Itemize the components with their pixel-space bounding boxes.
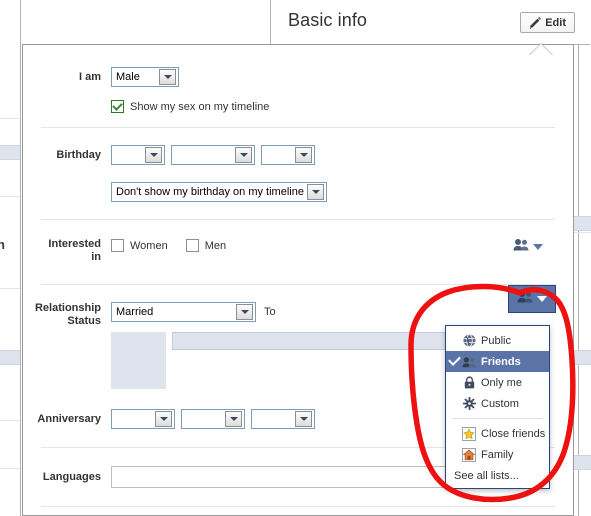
show-sex-label: Show my sex on my timeline xyxy=(130,100,270,113)
globe-icon xyxy=(462,334,476,348)
partner-name-input[interactable] xyxy=(172,332,472,350)
interested-women-label: Women xyxy=(130,239,168,252)
menu-separator xyxy=(452,418,543,419)
birthday-label: Birthday xyxy=(56,149,101,161)
menu-item-public[interactable]: Public xyxy=(446,330,549,351)
background-bar-right-1 xyxy=(574,216,591,231)
interested-in-privacy-button[interactable] xyxy=(509,236,547,258)
gender-select[interactable]: Male xyxy=(111,67,179,87)
chevron-down-icon xyxy=(295,411,312,427)
chevron-down-icon xyxy=(235,147,252,163)
birthday-year-select[interactable] xyxy=(261,145,315,165)
check-icon xyxy=(448,353,461,366)
friends-icon xyxy=(462,355,476,369)
pencil-icon xyxy=(529,16,542,29)
anniversary-month-select[interactable] xyxy=(111,409,175,429)
friends-icon xyxy=(517,290,533,308)
menu-item-friends-label: Friends xyxy=(481,355,521,368)
background-rule-2 xyxy=(0,196,20,197)
home-icon xyxy=(462,447,476,462)
interested-women-checkbox[interactable] xyxy=(111,239,124,252)
background-rule-right xyxy=(574,232,591,233)
background-column-divider xyxy=(20,0,21,516)
avatar xyxy=(111,332,166,389)
row-show-sex: Show my sex on my timeline xyxy=(23,87,573,127)
chevron-down-icon xyxy=(225,411,242,427)
row-birthday-visibility: Don't show my birthday on my timeline xyxy=(23,165,573,219)
chevron-down-icon xyxy=(236,304,253,320)
menu-item-see-all-lists[interactable]: See all lists... xyxy=(446,465,549,486)
birthday-visibility-select[interactable]: Don't show my birthday on my timeline xyxy=(111,182,327,202)
page-title: Basic info xyxy=(288,10,368,30)
background-rule-4 xyxy=(0,420,20,421)
gear-icon xyxy=(462,397,476,411)
interested-men-label: Men xyxy=(204,239,227,252)
edit-button[interactable]: Edit xyxy=(520,12,575,33)
anniversary-label: Anniversary xyxy=(37,413,101,425)
chevron-down-icon xyxy=(155,411,172,427)
relationship-label: Relationship Status xyxy=(23,302,111,328)
menu-item-friends[interactable]: Friends xyxy=(446,351,549,372)
screenshot-root: n Basic info Edit I am Male Show my sex … xyxy=(0,0,591,516)
background-bar-right-3 xyxy=(574,455,591,470)
show-sex-checkbox[interactable] xyxy=(111,100,124,113)
chevron-down-icon xyxy=(159,69,176,85)
see-all-lists-label: See all lists... xyxy=(454,469,519,482)
menu-item-close-friends-label: Close friends xyxy=(481,427,546,440)
chevron-down-icon xyxy=(307,184,324,200)
interested-in-label: Interested in xyxy=(23,238,111,264)
relationship-privacy-button[interactable] xyxy=(508,285,556,313)
row-gender: I am Male xyxy=(23,45,573,87)
menu-item-only-me-label: Only me xyxy=(481,376,522,389)
menu-item-only-me[interactable]: Only me xyxy=(446,372,549,393)
row-religion: Religion What are your religious beliefs… xyxy=(23,507,573,516)
birthday-month-select[interactable] xyxy=(111,145,165,165)
relationship-status-select[interactable]: Married xyxy=(111,302,256,322)
row-relationship: Relationship Status Married To xyxy=(23,285,573,328)
row-interested-in: Interested in Women Men xyxy=(23,220,573,284)
friends-icon xyxy=(513,238,529,256)
birthday-day-select[interactable] xyxy=(171,145,255,165)
anniversary-day-select[interactable] xyxy=(181,409,245,429)
gender-label: I am xyxy=(78,71,101,83)
relationship-label-line1: Relationship xyxy=(34,302,101,314)
card-notch xyxy=(530,44,552,55)
anniversary-year-select[interactable] xyxy=(251,409,315,429)
relationship-label-line2: Status xyxy=(67,315,101,327)
privacy-dropdown-menu: Public Friends Only me Custom Close frie… xyxy=(445,325,550,489)
background-rule-1 xyxy=(0,118,20,119)
chevron-down-icon xyxy=(533,244,543,250)
edit-button-label: Edit xyxy=(545,16,566,29)
interested-in-label-line2: in xyxy=(91,251,101,263)
basic-info-card: Basic info Edit xyxy=(270,0,590,45)
chevron-down-icon xyxy=(295,147,312,163)
menu-item-family[interactable]: Family xyxy=(446,444,549,465)
gender-select-value: Male xyxy=(116,71,140,83)
background-bar-right-2 xyxy=(574,350,591,365)
menu-item-public-label: Public xyxy=(481,334,511,347)
background-right-divider xyxy=(578,0,579,516)
background-rule-3 xyxy=(0,288,20,289)
relationship-to-label: To xyxy=(264,306,276,318)
interested-men-checkbox[interactable] xyxy=(185,239,199,252)
menu-item-custom-label: Custom xyxy=(481,397,519,410)
star-icon xyxy=(462,426,476,441)
background-bar-top xyxy=(0,145,20,160)
relationship-status-value: Married xyxy=(116,306,154,318)
lock-icon xyxy=(462,376,476,390)
chevron-down-icon xyxy=(537,296,547,302)
chevron-down-icon xyxy=(145,147,162,163)
row-birthday: Birthday xyxy=(23,128,573,165)
languages-label: Languages xyxy=(42,471,101,483)
background-rule-5 xyxy=(0,468,20,469)
menu-item-close-friends[interactable]: Close friends xyxy=(446,423,549,444)
interested-in-label-line1: Interested xyxy=(48,238,101,250)
menu-item-family-label: Family xyxy=(481,448,514,461)
background-bar-bottom xyxy=(0,350,20,365)
background-clipped-label: n xyxy=(0,237,5,252)
birthday-visibility-value: Don't show my birthday on my timeline xyxy=(116,186,304,198)
menu-item-custom[interactable]: Custom xyxy=(446,393,549,414)
